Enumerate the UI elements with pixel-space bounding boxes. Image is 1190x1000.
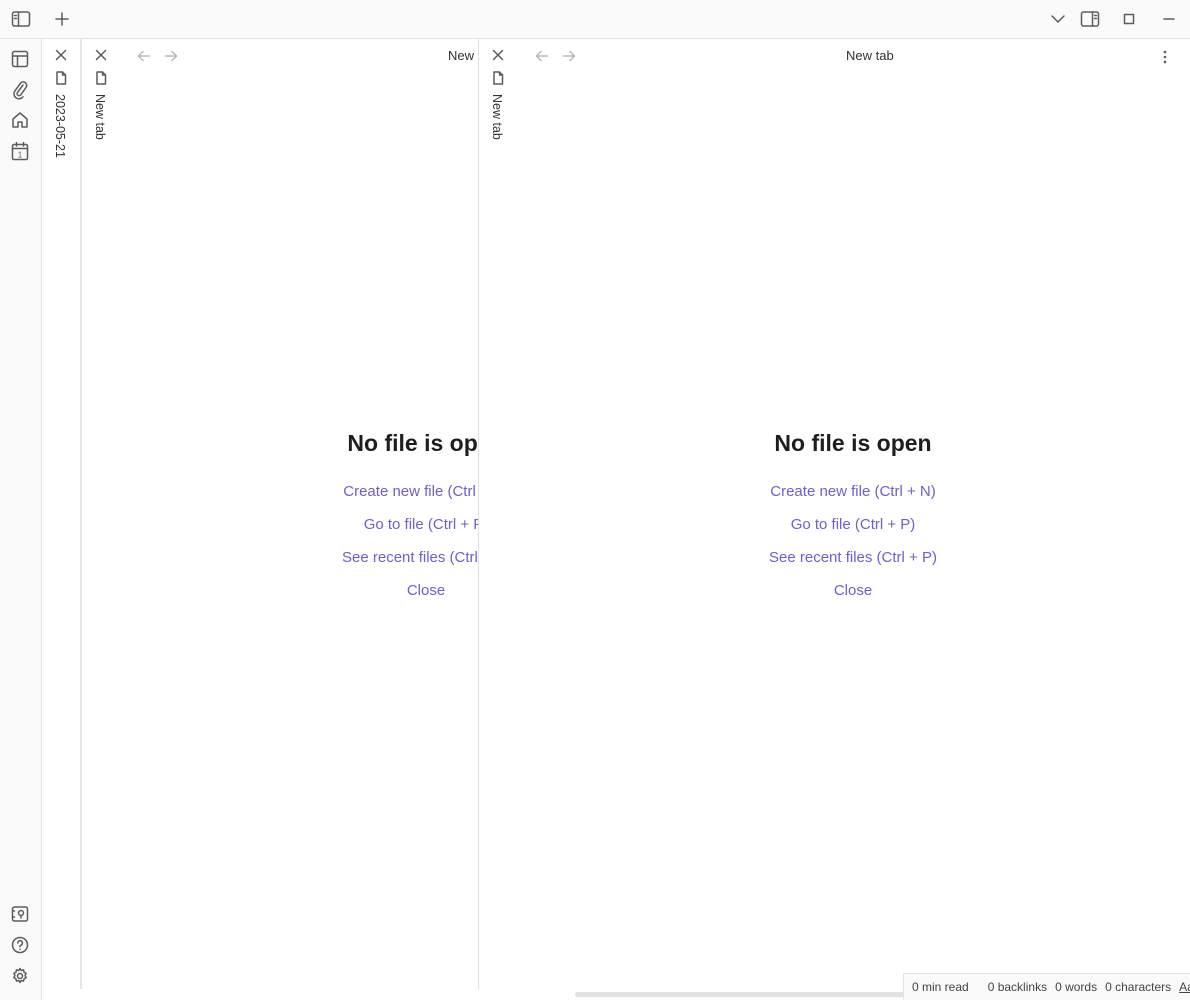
more-options-icon[interactable]: [1159, 49, 1171, 65]
pane-new-tab-1: New tab No file is open Create new file …: [121, 39, 478, 989]
empty-state: No file is open Create new file (Ctrl + …: [276, 430, 478, 615]
left-ribbon: 1: [0, 39, 42, 1000]
character-count: 0 characters: [1105, 980, 1172, 994]
go-to-file-link[interactable]: Go to file (Ctrl + P): [276, 516, 478, 533]
close-link[interactable]: Close: [276, 582, 478, 599]
back-arrow-icon[interactable]: [535, 50, 549, 62]
back-arrow-icon[interactable]: [137, 50, 151, 62]
go-to-file-link[interactable]: Go to file (Ctrl + P): [703, 516, 1003, 533]
vault-icon[interactable]: [11, 905, 29, 923]
stacked-tab-strip-daily-note[interactable]: 2023-05-21: [42, 39, 81, 989]
file-icon: [55, 71, 67, 85]
font-size-toggle[interactable]: Aa: [1179, 980, 1190, 994]
new-tab-plus-icon[interactable]: [54, 11, 70, 27]
pane-title: New tab: [448, 48, 478, 63]
title-bar: [0, 0, 1190, 39]
file-icon: [492, 71, 504, 85]
stacked-tab-strip-new-tab[interactable]: New tab: [81, 39, 122, 989]
forward-arrow-icon[interactable]: [562, 50, 576, 62]
maximize-icon[interactable]: [1123, 13, 1135, 25]
create-new-file-link[interactable]: Create new file (Ctrl + N): [703, 483, 1003, 500]
home-icon[interactable]: [11, 111, 29, 129]
stacked-tab-strip-new-tab-2[interactable]: New tab: [479, 39, 519, 989]
read-time: 0 min read: [912, 980, 969, 994]
svg-text:1: 1: [18, 151, 23, 160]
see-recent-files-link[interactable]: See recent files (Ctrl + P): [276, 549, 478, 566]
close-link[interactable]: Close: [703, 582, 1003, 599]
settings-icon[interactable]: [11, 967, 29, 985]
stacked-tab-label[interactable]: New tab: [490, 94, 504, 140]
close-icon[interactable]: [95, 49, 107, 61]
minimize-icon[interactable]: [1163, 13, 1175, 25]
close-icon[interactable]: [492, 49, 504, 61]
see-recent-files-link[interactable]: See recent files (Ctrl + P): [703, 549, 1003, 566]
create-new-file-link[interactable]: Create new file (Ctrl + N): [276, 483, 478, 500]
help-icon[interactable]: [11, 936, 29, 954]
pane-title: New tab: [846, 48, 894, 63]
file-icon: [95, 71, 107, 85]
calendar-icon[interactable]: 1: [11, 141, 29, 161]
empty-state: No file is open Create new file (Ctrl + …: [703, 430, 1003, 615]
backlinks-count[interactable]: 0 backlinks: [988, 980, 1047, 994]
word-count: 0 words: [1055, 980, 1098, 994]
status-bar: 0 min read 0 backlinks 0 words 0 charact…: [903, 973, 1190, 1000]
forward-arrow-icon[interactable]: [164, 50, 178, 62]
horizontal-scrollbar[interactable]: [575, 992, 905, 997]
stacked-tab-label[interactable]: 2023-05-21: [53, 94, 67, 158]
stacked-tab-label[interactable]: New tab: [93, 94, 107, 140]
empty-state-title: No file is open: [774, 430, 932, 456]
empty-state-title: No file is open: [347, 430, 478, 456]
sidebar-toggle-icon[interactable]: [11, 10, 31, 28]
chevron-down-icon[interactable]: [1050, 13, 1066, 25]
right-sidebar-icon[interactable]: [1080, 10, 1100, 28]
close-icon[interactable]: [55, 49, 67, 61]
paperclip-icon[interactable]: [12, 80, 28, 100]
layout-icon[interactable]: [11, 50, 29, 68]
pane-new-tab-2: New tab No file is open Create new file …: [519, 39, 1190, 989]
